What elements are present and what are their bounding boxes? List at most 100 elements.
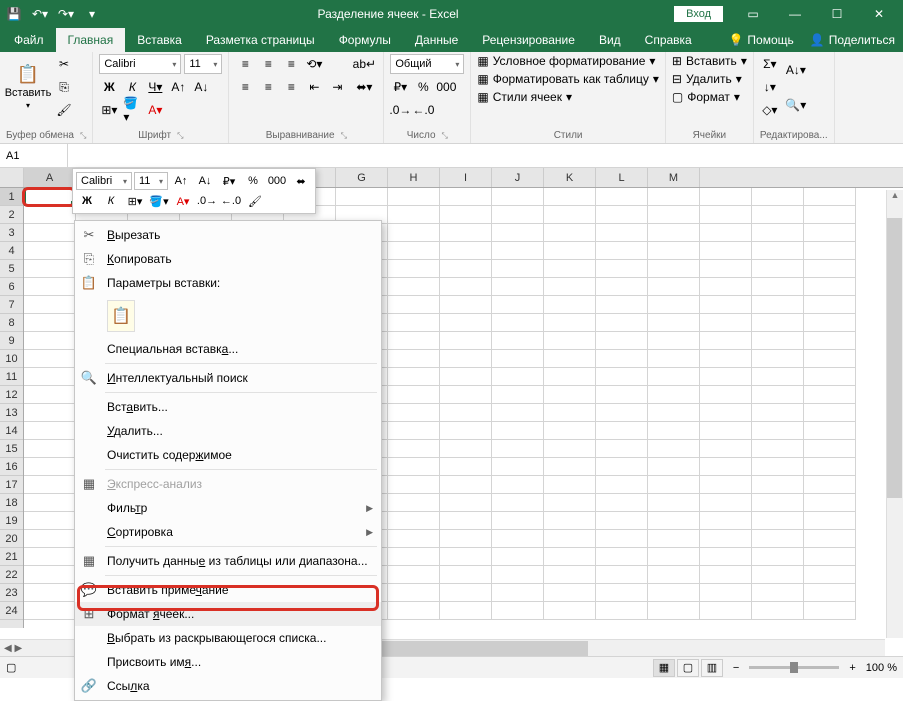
vertical-scrollbar[interactable]: ▲	[886, 190, 903, 638]
cell[interactable]	[804, 584, 856, 602]
cell[interactable]	[388, 566, 440, 584]
row-header[interactable]: 2	[0, 206, 23, 224]
cell[interactable]	[700, 278, 752, 296]
cell[interactable]	[700, 458, 752, 476]
cell[interactable]	[804, 206, 856, 224]
cell[interactable]	[752, 548, 804, 566]
cell[interactable]	[596, 278, 648, 296]
cell[interactable]	[388, 296, 440, 314]
cell[interactable]	[700, 584, 752, 602]
mini-inc-decimal-icon[interactable]: .0→	[196, 192, 218, 210]
cell[interactable]	[544, 206, 596, 224]
increase-font-icon[interactable]: A↑	[168, 77, 188, 97]
cell[interactable]	[24, 386, 76, 404]
ctx-dropdown-list[interactable]: Выбрать из раскрывающегося списка...	[75, 626, 381, 650]
cell[interactable]	[492, 566, 544, 584]
cell[interactable]	[440, 260, 492, 278]
ribbon-options-icon[interactable]: ▭	[733, 0, 773, 28]
cell[interactable]	[492, 440, 544, 458]
cell[interactable]	[492, 530, 544, 548]
share-button[interactable]: 👤 Поделиться	[802, 28, 903, 52]
cell[interactable]	[24, 566, 76, 584]
cell[interactable]	[700, 242, 752, 260]
cell[interactable]	[700, 404, 752, 422]
cell[interactable]	[492, 188, 544, 206]
maximize-icon[interactable]: ☐	[817, 0, 857, 28]
cell[interactable]	[752, 260, 804, 278]
cell[interactable]	[752, 584, 804, 602]
ctx-sort[interactable]: Сортировка▶	[75, 520, 381, 544]
cell[interactable]	[700, 566, 752, 584]
align-middle-icon[interactable]: ≡	[258, 54, 278, 74]
cell[interactable]	[648, 530, 700, 548]
cell[interactable]	[648, 422, 700, 440]
cell[interactable]	[24, 206, 76, 224]
cell[interactable]	[752, 206, 804, 224]
cell[interactable]	[492, 350, 544, 368]
cell[interactable]	[804, 224, 856, 242]
cell[interactable]	[804, 188, 856, 206]
cell[interactable]	[492, 404, 544, 422]
row-header[interactable]: 17	[0, 476, 23, 494]
page-break-view-icon[interactable]: ▥	[701, 659, 723, 677]
cell[interactable]	[440, 422, 492, 440]
cell[interactable]	[388, 584, 440, 602]
cell[interactable]	[544, 224, 596, 242]
cell[interactable]	[440, 188, 492, 206]
cell[interactable]	[492, 368, 544, 386]
row-header[interactable]: 23	[0, 584, 23, 602]
cell[interactable]	[388, 260, 440, 278]
decrease-indent-icon[interactable]: ⇤	[304, 77, 324, 97]
cell[interactable]	[596, 314, 648, 332]
col-header[interactable]: K	[544, 168, 596, 187]
col-header[interactable]: M	[648, 168, 700, 187]
mini-borders-icon[interactable]: ⊞▾	[124, 192, 146, 210]
cell[interactable]	[440, 296, 492, 314]
cell[interactable]	[388, 512, 440, 530]
cell[interactable]	[648, 296, 700, 314]
cell[interactable]	[752, 368, 804, 386]
tab-view[interactable]: Вид	[587, 28, 633, 52]
cell[interactable]	[648, 224, 700, 242]
paste-default-icon[interactable]: 📋	[107, 300, 135, 332]
cell[interactable]	[492, 224, 544, 242]
cell[interactable]	[492, 278, 544, 296]
cell[interactable]	[544, 188, 596, 206]
col-header[interactable]: L	[596, 168, 648, 187]
cell[interactable]	[596, 404, 648, 422]
cell[interactable]	[804, 422, 856, 440]
tab-data[interactable]: Данные	[403, 28, 470, 52]
cell[interactable]	[544, 386, 596, 404]
row-header[interactable]: 1	[0, 188, 23, 206]
clear-icon[interactable]: ◇▾	[760, 100, 780, 120]
mini-format-painter-icon[interactable]: 🖌	[244, 192, 266, 210]
col-header[interactable]: G	[336, 168, 388, 187]
cell[interactable]	[596, 494, 648, 512]
format-painter-icon[interactable]: 🖌	[54, 100, 74, 120]
cell[interactable]	[804, 332, 856, 350]
cell[interactable]	[440, 584, 492, 602]
cell[interactable]	[440, 458, 492, 476]
cell[interactable]	[492, 332, 544, 350]
insert-cells-button[interactable]: ⊞Вставить▾	[672, 54, 747, 68]
cell[interactable]	[440, 440, 492, 458]
cell[interactable]	[804, 404, 856, 422]
row-header[interactable]: 3	[0, 224, 23, 242]
cell[interactable]	[596, 242, 648, 260]
cell[interactable]	[24, 404, 76, 422]
cell[interactable]	[544, 332, 596, 350]
tab-formulas[interactable]: Формулы	[327, 28, 403, 52]
cell[interactable]	[596, 386, 648, 404]
number-dialog-launcher[interactable]: ⤡	[442, 131, 448, 141]
cell[interactable]	[648, 242, 700, 260]
cell[interactable]	[24, 602, 76, 620]
font-dialog-launcher[interactable]: ⤡	[177, 131, 183, 141]
cell[interactable]	[440, 548, 492, 566]
cell[interactable]	[388, 458, 440, 476]
cell[interactable]	[648, 332, 700, 350]
cell[interactable]	[804, 296, 856, 314]
col-header[interactable]: A	[24, 168, 76, 187]
cell[interactable]	[388, 422, 440, 440]
find-select-icon[interactable]: 🔍▾	[784, 89, 808, 121]
ctx-get-data[interactable]: ▦Получить данные из таблицы или диапазон…	[75, 549, 381, 573]
